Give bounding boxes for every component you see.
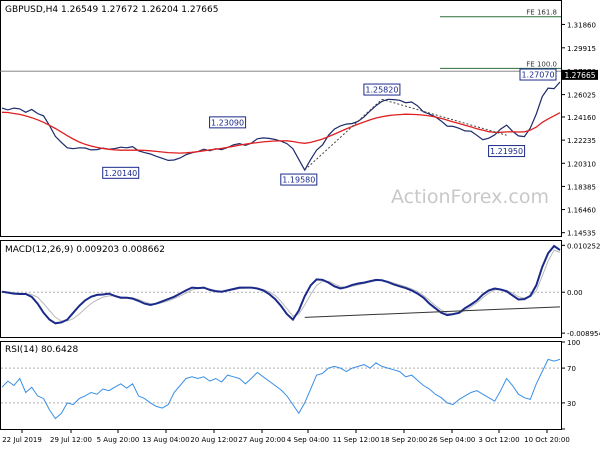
price-tick-label: 1.31860: [567, 21, 596, 29]
price-annotation-label: 1.23090: [211, 118, 244, 127]
price-annotation-label: 1.20140: [104, 169, 137, 178]
price-annotation-label: 1.19580: [282, 176, 315, 185]
price-tick-label: 1.16460: [567, 207, 596, 215]
time-tick-label: 3 Oct 12:00: [478, 436, 519, 444]
last-price-label: 1.27665: [564, 71, 595, 80]
price-tick-label: 1.14535: [567, 230, 596, 238]
time-tick-label: 20 Aug 12:00: [190, 436, 237, 444]
rsi-header: RSI(14) 80.6428: [5, 345, 78, 355]
macd-header: MACD(12,26,9) 0.009203 0.008662: [5, 245, 165, 255]
time-tick-label: 27 Aug 20:00: [238, 436, 285, 444]
last-price-marker: 1.27665: [562, 69, 598, 80]
chart-canvas: ActionForex.com GBPUSD,H4 1.26549 1.2767…: [0, 0, 600, 444]
price-annotation-label: 1.27070: [521, 71, 554, 80]
price-header: GBPUSD,H4 1.26549 1.27672 1.26204 1.2766…: [5, 5, 218, 15]
macd-tick-label: 0.010252: [567, 242, 600, 250]
time-tick-label: 4 Sep 04:00: [287, 436, 329, 444]
time-tick-label: 29 Jul 12:00: [50, 436, 92, 444]
rsi-panel-frame: [0, 341, 562, 430]
macd-tick-label: -0.008954: [567, 330, 600, 338]
fibonacci-label: FE 161.8: [526, 9, 557, 17]
watermark: ActionForex.com: [391, 186, 549, 208]
time-tick-label: 5 Aug 20:00: [97, 436, 140, 444]
time-tick-label: 13 Aug 04:00: [142, 436, 189, 444]
macd-tick-label: 0.00: [567, 289, 583, 297]
rsi-tick-label: 100: [567, 339, 580, 347]
macd-panel-frame: [0, 240, 562, 338]
price-annotation-label: 1.25820: [365, 86, 398, 95]
fibonacci-label: FE 100.0: [526, 60, 557, 68]
time-tick-label: 18 Sep 20:00: [381, 436, 428, 444]
price-tick-label: 1.24160: [567, 114, 596, 122]
price-annotation-label: 1.21950: [490, 147, 523, 156]
price-tick-label: 1.22235: [567, 137, 596, 145]
rsi-tick-label: 30: [567, 400, 576, 408]
time-tick-label: 22 Jul 2019: [2, 436, 42, 444]
price-tick-label: 1.18385: [567, 183, 596, 191]
time-tick-label: 26 Sep 04:00: [429, 436, 476, 444]
price-tick-label: 1.29915: [567, 45, 596, 53]
price-axis: 1.318601.299151.279701.260251.241601.222…: [561, 21, 596, 238]
time-tick-label: 10 Oct 20:00: [524, 436, 570, 444]
price-tick-label: 1.26025: [567, 92, 596, 100]
rsi-tick-label: 70: [567, 365, 576, 373]
price-tick-label: 1.20310: [567, 160, 596, 168]
time-axis: 22 Jul 2019 29 Jul 12:00 5 Aug 20:00 13 Aug…: [2, 429, 570, 444]
time-tick-label: 11 Sep 12:00: [333, 436, 380, 444]
